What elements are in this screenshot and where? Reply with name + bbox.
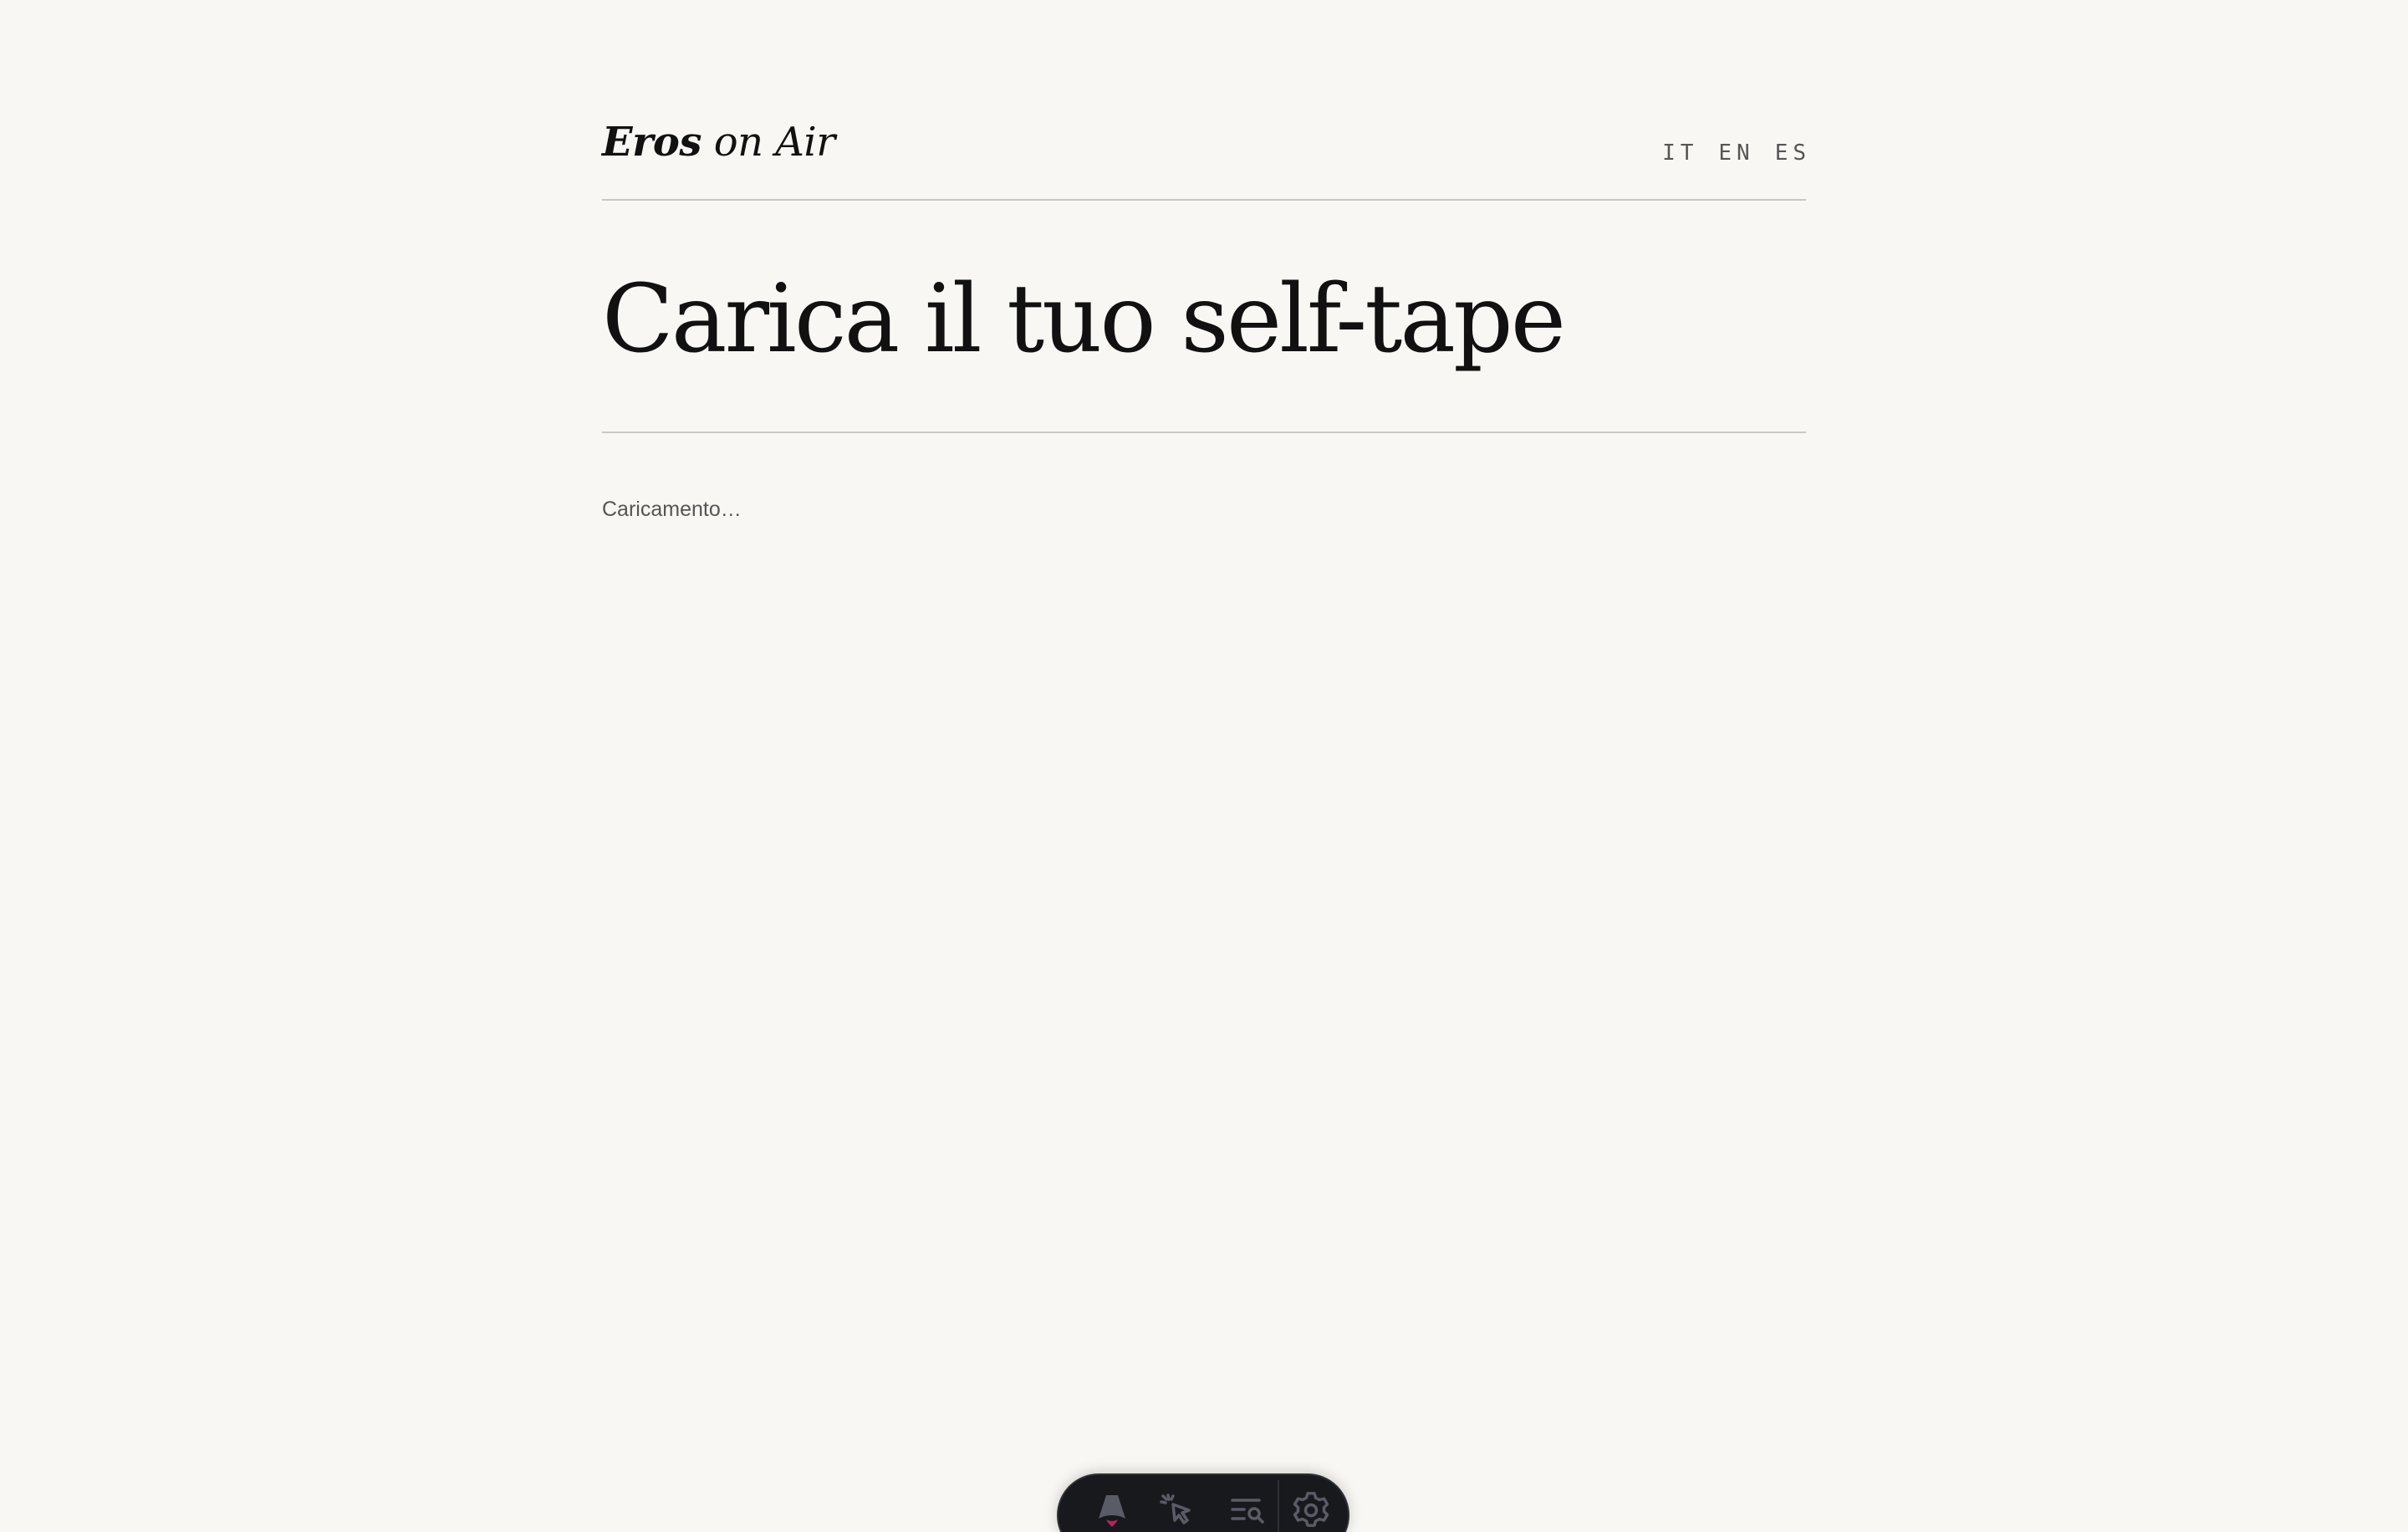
page: Eros on Air IT EN ES Carica il tuo self-… — [602, 0, 1806, 521]
loading-status: Caricamento… — [602, 498, 742, 521]
language-switcher: IT EN ES — [1662, 139, 1806, 167]
gear-icon[interactable] — [1288, 1487, 1334, 1532]
site-header: Eros on Air IT EN ES — [602, 0, 1806, 201]
toolbar-divider — [1278, 1480, 1279, 1532]
page-title: Carica il tuo self-tape — [602, 265, 1566, 374]
lang-it[interactable]: IT — [1662, 139, 1698, 167]
astro-logo-icon[interactable] — [1089, 1487, 1135, 1532]
logo-word-on-air: on Air — [713, 119, 836, 166]
site-logo[interactable]: Eros on Air — [602, 117, 835, 167]
logo-word-eros: Eros — [602, 119, 701, 166]
audit-search-icon[interactable] — [1224, 1487, 1271, 1532]
dev-toolbar — [1057, 1473, 1349, 1532]
lang-en[interactable]: EN — [1718, 139, 1754, 167]
inspect-cursor-icon[interactable] — [1154, 1487, 1201, 1532]
hero-section: Carica il tuo self-tape — [602, 201, 1806, 433]
lang-es[interactable]: ES — [1775, 139, 1811, 167]
